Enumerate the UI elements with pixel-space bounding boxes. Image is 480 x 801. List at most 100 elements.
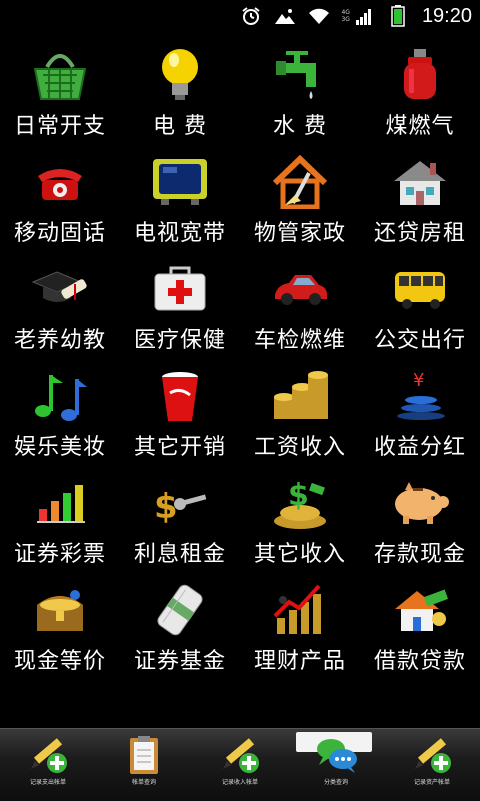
music-notes-icon bbox=[25, 367, 95, 425]
category-medical[interactable]: 医疗保健 bbox=[120, 254, 240, 361]
category-daily-expense[interactable]: 日常开支 bbox=[0, 40, 120, 147]
chat-bubbles-icon bbox=[312, 733, 360, 777]
pencil-add-icon bbox=[24, 733, 72, 777]
image-notification-icon bbox=[273, 5, 297, 27]
signal-strength-icon bbox=[352, 5, 376, 27]
svg-text:¥: ¥ bbox=[413, 370, 424, 391]
first-aid-kit-icon bbox=[145, 260, 215, 318]
category-label: 娱乐美妆 bbox=[13, 435, 106, 460]
category-water[interactable]: 水 费 bbox=[240, 40, 360, 147]
category-label: 其它收入 bbox=[253, 542, 346, 567]
status-bar: 4G 3G 19:20 bbox=[0, 0, 480, 32]
red-car-icon bbox=[265, 260, 335, 318]
category-salary-income[interactable]: 工资收入 bbox=[240, 361, 360, 468]
category-securities-fund[interactable]: 证券基金 bbox=[120, 575, 240, 682]
dollar-key-icon: $ bbox=[145, 474, 215, 532]
category-other-income[interactable]: $ 其它收入 bbox=[240, 468, 360, 575]
light-bulb-icon bbox=[145, 46, 215, 104]
category-label: 电 费 bbox=[153, 114, 207, 139]
category-label: 证券彩票 bbox=[13, 542, 106, 567]
category-financial-products[interactable]: 理财产品 bbox=[240, 575, 360, 682]
money-pile-icon: $ bbox=[265, 474, 335, 532]
network-type: 4G 3G bbox=[341, 9, 349, 23]
category-label: 物管家政 bbox=[253, 221, 346, 246]
category-tv-broadband[interactable]: 电视宽带 bbox=[120, 147, 240, 254]
category-savings-cash[interactable]: 存款现金 bbox=[360, 468, 480, 575]
category-label: 还贷房租 bbox=[373, 221, 466, 246]
bottom-tab-bar: 记录支出帐单 帐单查询 记录收入帐单 分类查询 记录资产帐单 bbox=[0, 728, 480, 801]
money-roll-icon bbox=[145, 581, 215, 639]
television-icon bbox=[145, 153, 215, 211]
category-grid: 日常开支 电 费 水 费 煤燃气 移动固话 电视宽带 物管家政 还贷房租 老养幼… bbox=[0, 40, 480, 682]
category-property-housekeeping[interactable]: 物管家政 bbox=[240, 147, 360, 254]
piggy-bank-icon bbox=[385, 474, 455, 532]
clock-time: 19:20 bbox=[421, 4, 472, 27]
category-label: 收益分红 bbox=[373, 435, 466, 460]
category-label: 车检燃维 bbox=[253, 328, 346, 353]
bus-icon bbox=[385, 260, 455, 318]
water-faucet-icon bbox=[265, 46, 335, 104]
category-label: 证券基金 bbox=[133, 649, 226, 674]
battery-icon bbox=[386, 5, 410, 27]
category-bus-travel[interactable]: 公交出行 bbox=[360, 254, 480, 361]
tab-bill-query[interactable]: 帐单查询 bbox=[96, 729, 192, 801]
bar-chart-icon bbox=[25, 474, 95, 532]
tab-label: 帐单查询 bbox=[131, 779, 156, 786]
coin-stacks-icon bbox=[265, 367, 335, 425]
category-label: 利息租金 bbox=[133, 542, 226, 567]
category-securities-lottery[interactable]: 证券彩票 bbox=[0, 468, 120, 575]
category-interest-rent[interactable]: $ 利息租金 bbox=[120, 468, 240, 575]
category-car-fuel-maintenance[interactable]: 车检燃维 bbox=[240, 254, 360, 361]
tab-record-income[interactable]: 记录收入帐单 bbox=[192, 729, 288, 801]
telephone-icon bbox=[25, 153, 95, 211]
network-type-bottom: 3G bbox=[341, 16, 350, 23]
wifi-icon bbox=[307, 5, 331, 27]
category-label: 医疗保健 bbox=[133, 328, 226, 353]
treasure-chest-icon bbox=[25, 581, 95, 639]
category-gas[interactable]: 煤燃气 bbox=[360, 40, 480, 147]
house-icon bbox=[385, 153, 455, 211]
graph-figurines-icon bbox=[265, 581, 335, 639]
graduation-cap-icon bbox=[25, 260, 95, 318]
tab-category-query[interactable]: 分类查询 bbox=[288, 729, 384, 801]
category-label: 其它开销 bbox=[133, 435, 226, 460]
tab-label: 分类查询 bbox=[323, 779, 348, 786]
tab-label: 记录收入帐单 bbox=[221, 779, 258, 786]
tab-record-expense[interactable]: 记录支出帐单 bbox=[0, 729, 96, 801]
tab-label: 记录资产帐单 bbox=[413, 779, 450, 786]
category-cash-equivalent[interactable]: 现金等价 bbox=[0, 575, 120, 682]
pencil-add-icon bbox=[216, 733, 264, 777]
category-electricity[interactable]: 电 费 bbox=[120, 40, 240, 147]
tab-record-asset[interactable]: 记录资产帐单 bbox=[384, 729, 480, 801]
clipboard-icon bbox=[120, 733, 168, 777]
network-type-top: 4G bbox=[341, 9, 350, 16]
tab-label: 记录支出帐单 bbox=[29, 779, 66, 786]
category-label: 电视宽带 bbox=[133, 221, 226, 246]
category-label: 老养幼教 bbox=[13, 328, 106, 353]
house-broom-icon bbox=[265, 153, 335, 211]
category-label: 存款现金 bbox=[373, 542, 466, 567]
svg-text:$: $ bbox=[154, 487, 178, 526]
cola-cup-icon bbox=[145, 367, 215, 425]
category-mobile-landline[interactable]: 移动固话 bbox=[0, 147, 120, 254]
category-loan-rent[interactable]: 还贷房租 bbox=[360, 147, 480, 254]
pencil-add-icon bbox=[408, 733, 456, 777]
house-money-icon bbox=[385, 581, 455, 639]
category-label: 现金等价 bbox=[13, 649, 106, 674]
category-label: 水 费 bbox=[273, 114, 327, 139]
category-entertainment-beauty[interactable]: 娱乐美妆 bbox=[0, 361, 120, 468]
yen-coins-icon: ¥ bbox=[385, 367, 455, 425]
category-elderly-education[interactable]: 老养幼教 bbox=[0, 254, 120, 361]
gas-cylinder-icon bbox=[385, 46, 455, 104]
category-label: 理财产品 bbox=[253, 649, 346, 674]
category-dividend-income[interactable]: ¥ 收益分红 bbox=[360, 361, 480, 468]
category-label: 公交出行 bbox=[373, 328, 466, 353]
category-borrow-loan[interactable]: 借款贷款 bbox=[360, 575, 480, 682]
category-label: 移动固话 bbox=[13, 221, 106, 246]
alarm-clock-icon bbox=[239, 5, 263, 27]
svg-text:$: $ bbox=[288, 478, 309, 513]
shopping-basket-icon bbox=[25, 46, 95, 104]
category-other-expense[interactable]: 其它开销 bbox=[120, 361, 240, 468]
category-label: 工资收入 bbox=[253, 435, 346, 460]
category-label: 煤燃气 bbox=[385, 114, 455, 139]
